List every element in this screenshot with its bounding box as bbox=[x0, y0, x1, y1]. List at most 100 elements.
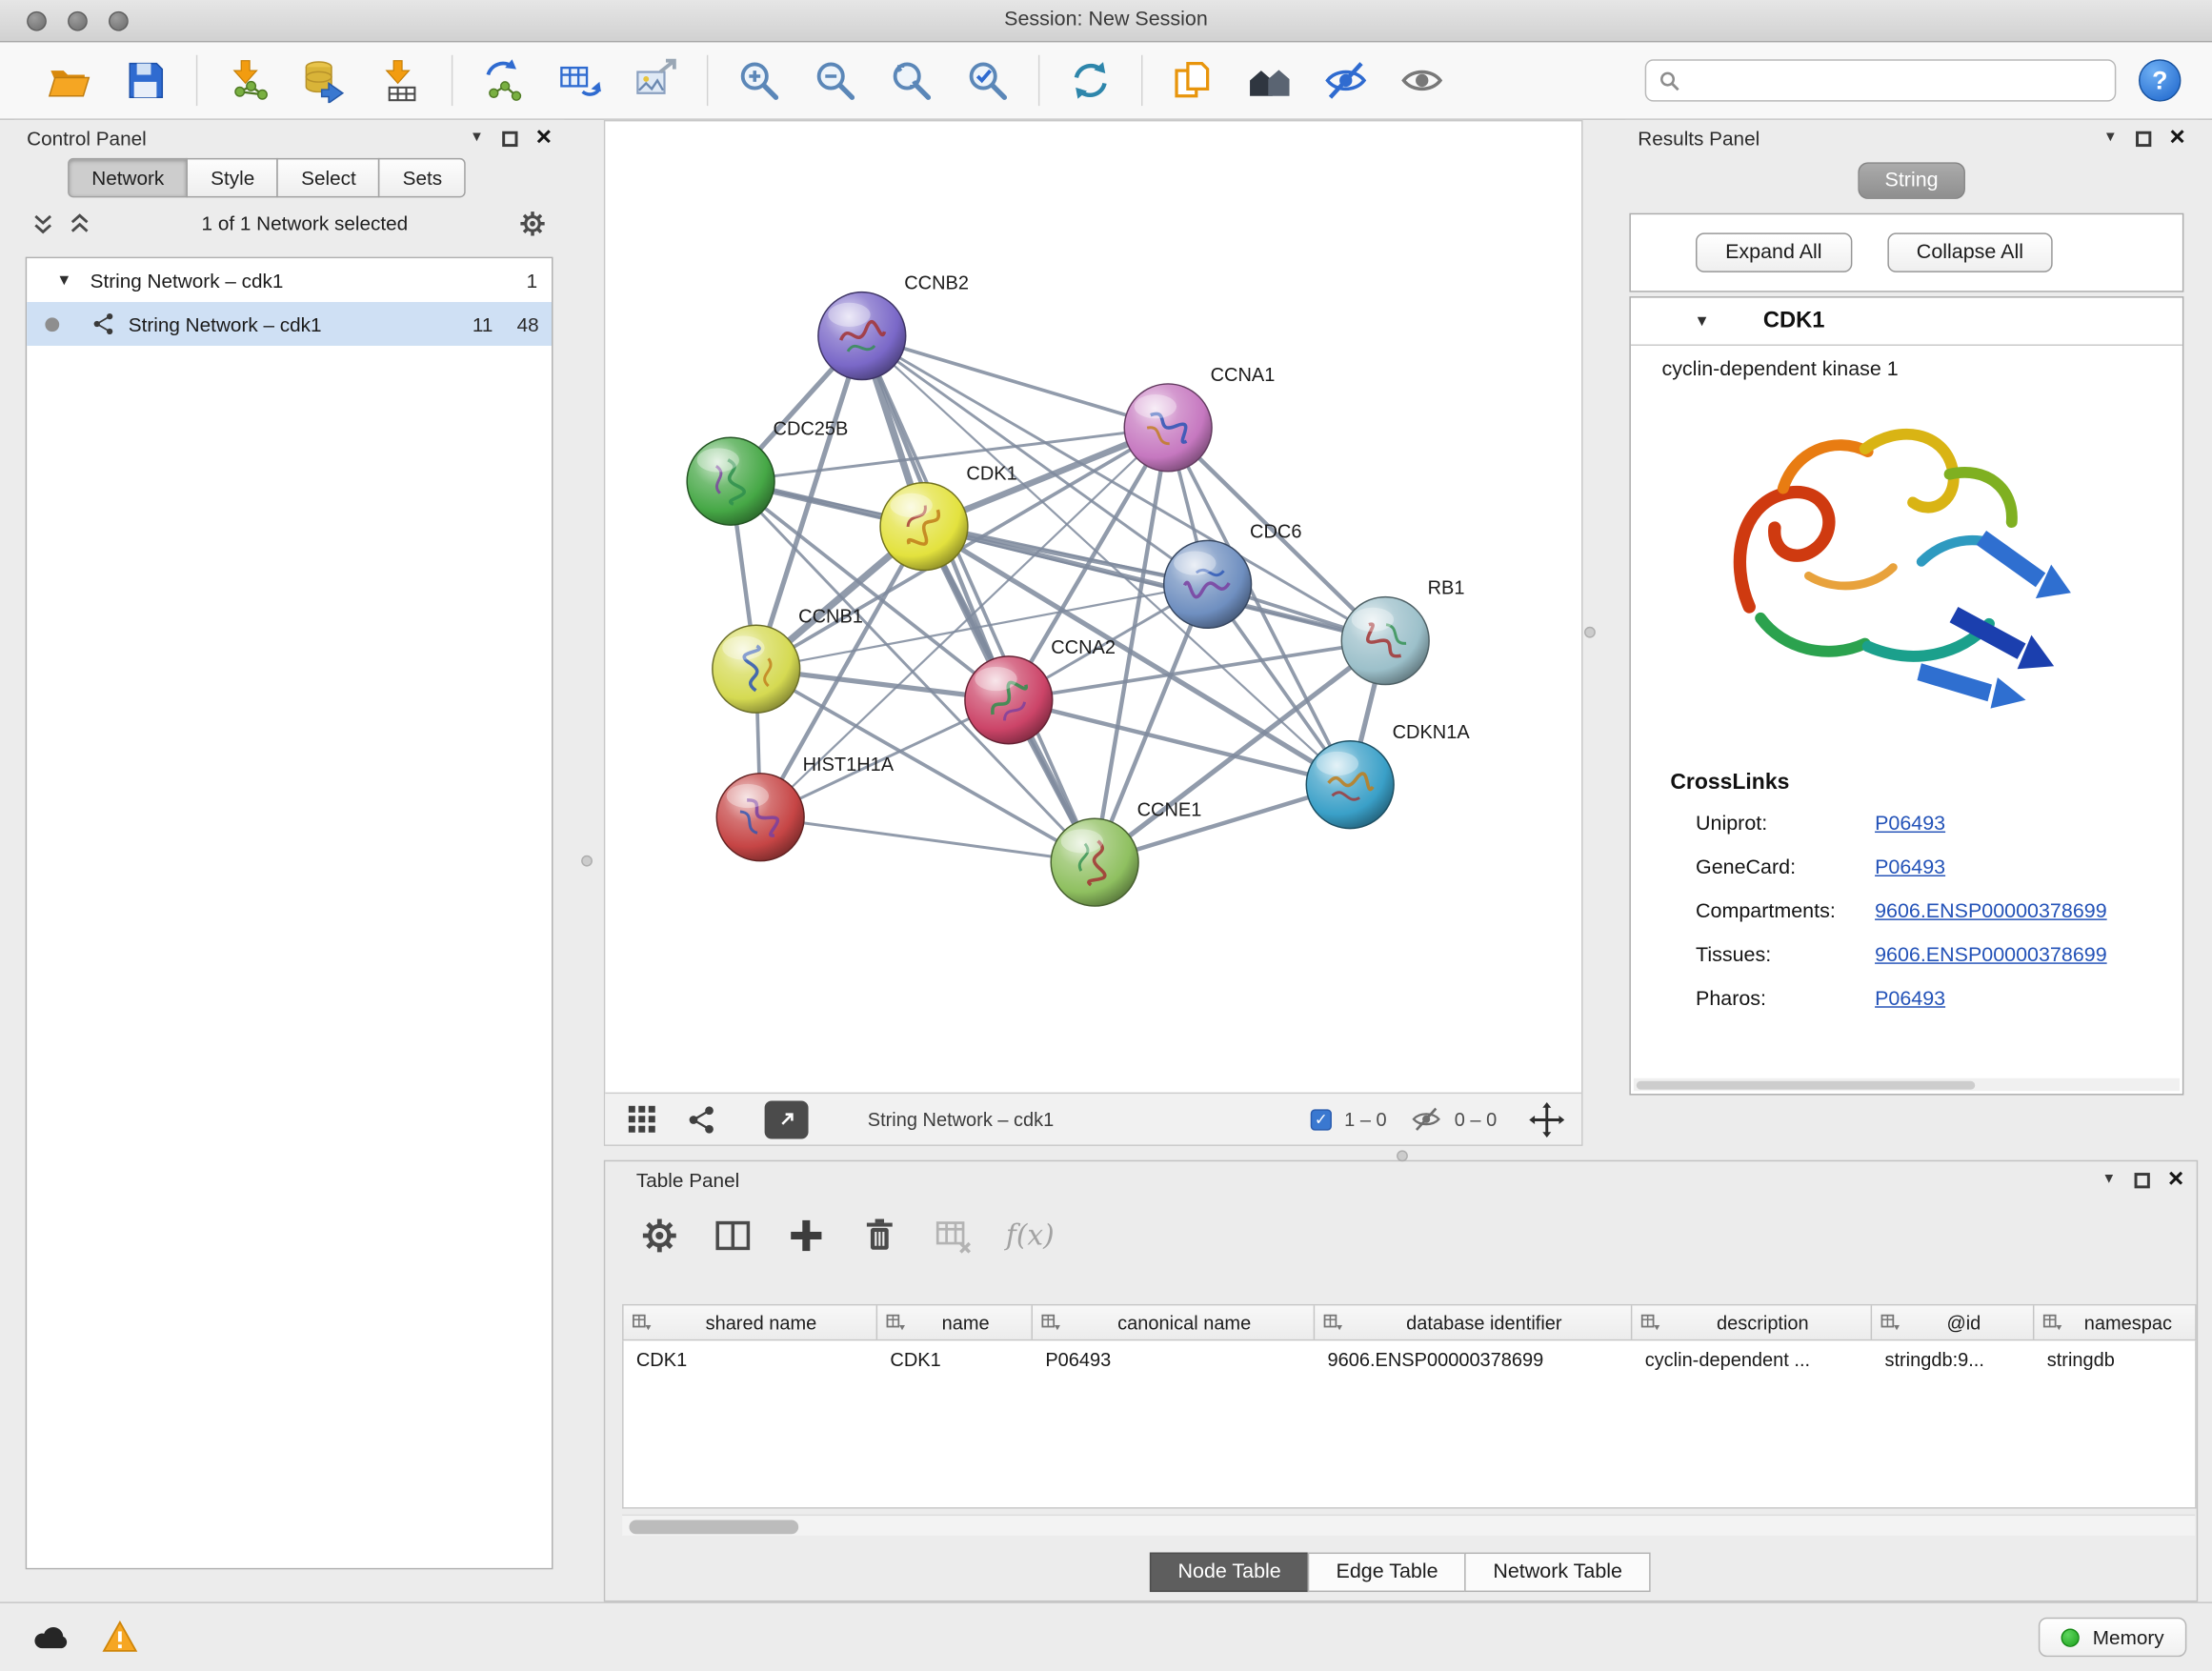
panel-float-icon[interactable]: ▼ bbox=[2101, 1173, 2116, 1187]
warnings-button[interactable] bbox=[102, 1619, 139, 1656]
add-column-icon[interactable] bbox=[786, 1215, 827, 1256]
gear-icon[interactable] bbox=[517, 209, 547, 238]
search-field[interactable] bbox=[1645, 59, 2117, 101]
network-graph[interactable]: CCNB2CCNA1CDC25BCDK1CDC6RB1CCNB1CCNA2CDK… bbox=[605, 121, 1581, 1092]
column-header[interactable]: @id bbox=[1872, 1305, 2034, 1339]
tab-network-table[interactable]: Network Table bbox=[1465, 1553, 1651, 1592]
node-CCNA1[interactable]: CCNA1 bbox=[1124, 365, 1275, 472]
results-scrollbar[interactable] bbox=[1634, 1078, 2180, 1091]
node-CCNB2[interactable]: CCNB2 bbox=[818, 273, 969, 380]
panel-maximize-icon[interactable] bbox=[2134, 1172, 2149, 1187]
column-header[interactable]: shared name bbox=[624, 1305, 878, 1339]
panel-close-icon[interactable]: × bbox=[536, 130, 552, 147]
copy-document-button[interactable] bbox=[1161, 48, 1226, 112]
import-network-from-file-button[interactable] bbox=[216, 48, 281, 112]
panel-float-icon[interactable]: ▼ bbox=[470, 131, 484, 146]
crosslink-link[interactable]: 9606.ENSP00000378699 bbox=[1875, 899, 2107, 922]
column-header[interactable]: namespac bbox=[2034, 1305, 2196, 1339]
import-table-from-file-button[interactable] bbox=[369, 48, 433, 112]
gear-icon[interactable] bbox=[639, 1215, 680, 1256]
network-row-selected[interactable]: String Network – cdk1 11 48 bbox=[27, 302, 552, 346]
column-header[interactable]: canonical name bbox=[1033, 1305, 1315, 1339]
table-cell[interactable]: CDK1 bbox=[624, 1349, 878, 1370]
new-network-from-selection-button[interactable] bbox=[472, 48, 536, 112]
open-in-new-window-button[interactable] bbox=[765, 1100, 809, 1138]
node-HIST1H1A[interactable]: HIST1H1A bbox=[716, 755, 894, 861]
edge-CCNB2-CCNE1[interactable] bbox=[862, 336, 1095, 863]
zoom-out-button[interactable] bbox=[803, 48, 868, 112]
zoom-in-button[interactable] bbox=[727, 48, 792, 112]
zoom-fit-button[interactable] bbox=[879, 48, 944, 112]
delete-table-icon[interactable] bbox=[933, 1215, 974, 1256]
node-RB1[interactable]: RB1 bbox=[1341, 578, 1464, 685]
disclosure-triangle-icon[interactable]: ▼ bbox=[1695, 312, 1710, 330]
column-header[interactable]: description bbox=[1632, 1305, 1872, 1339]
memory-button[interactable]: Memory bbox=[2040, 1618, 2187, 1657]
table-cell[interactable]: cyclin-dependent ... bbox=[1632, 1349, 1872, 1370]
panel-close-icon[interactable]: × bbox=[2169, 130, 2184, 147]
tab-select[interactable]: Select bbox=[277, 158, 380, 197]
tab-node-table[interactable]: Node Table bbox=[1150, 1553, 1310, 1592]
search-input[interactable] bbox=[1690, 70, 2101, 92]
scrollbar-thumb[interactable] bbox=[629, 1520, 798, 1534]
tab-edge-table[interactable]: Edge Table bbox=[1308, 1553, 1466, 1592]
collapse-all-button[interactable]: Collapse All bbox=[1887, 232, 2053, 272]
node-CCNB1[interactable]: CCNB1 bbox=[713, 606, 863, 713]
selected-checkbox-icon[interactable]: ✓ bbox=[1311, 1109, 1332, 1130]
panel-maximize-icon[interactable] bbox=[502, 131, 517, 146]
function-builder-button[interactable]: f(x) bbox=[1006, 1218, 1055, 1252]
panel-maximize-icon[interactable] bbox=[2136, 131, 2151, 146]
collapse-all-icon[interactable] bbox=[31, 211, 55, 234]
tab-style[interactable]: Style bbox=[187, 158, 278, 197]
zoom-selected-button[interactable] bbox=[955, 48, 1020, 112]
expand-all-button[interactable]: Expand All bbox=[1696, 232, 1852, 272]
toggle-glass-effect-button[interactable] bbox=[1314, 48, 1378, 112]
tab-network[interactable]: Network bbox=[68, 158, 188, 197]
toggle-visibility-button[interactable] bbox=[1390, 48, 1455, 112]
crosslink-link[interactable]: P06493 bbox=[1875, 813, 1945, 836]
pan-crosshair-icon[interactable] bbox=[1529, 1101, 1564, 1137]
houses-button[interactable] bbox=[1237, 48, 1302, 112]
apply-preferred-layout-button[interactable] bbox=[1058, 48, 1123, 112]
tab-sets[interactable]: Sets bbox=[378, 158, 466, 197]
splitter-handle[interactable] bbox=[1397, 1150, 1408, 1161]
edge-CCNB2-CCNA1[interactable] bbox=[862, 336, 1168, 428]
node-CDK1[interactable]: CDK1 bbox=[880, 464, 1017, 571]
table-cell[interactable]: stringdb:9... bbox=[1872, 1349, 2034, 1370]
horizontal-scrollbar[interactable] bbox=[622, 1515, 2195, 1536]
tab-string[interactable]: String bbox=[1858, 162, 1964, 199]
edge-HIST1H1A-CCNE1[interactable] bbox=[760, 817, 1095, 862]
delete-column-icon[interactable] bbox=[859, 1215, 900, 1256]
column-header[interactable]: database identifier bbox=[1315, 1305, 1632, 1339]
network-collection-row[interactable]: ▼ String Network – cdk1 1 bbox=[27, 258, 552, 302]
export-network-image-button[interactable] bbox=[624, 48, 689, 112]
table-cell[interactable]: stringdb bbox=[2034, 1349, 2196, 1370]
open-session-button[interactable] bbox=[37, 48, 102, 112]
network-view[interactable]: CCNB2CCNA1CDC25BCDK1CDC6RB1CCNB1CCNA2CDK… bbox=[604, 120, 1583, 1146]
crosslink-link[interactable]: P06493 bbox=[1875, 987, 1945, 1010]
new-table-from-network-button[interactable] bbox=[548, 48, 613, 112]
save-session-button[interactable] bbox=[112, 48, 177, 112]
panel-float-icon[interactable]: ▼ bbox=[2103, 131, 2118, 146]
gene-header-row[interactable]: ▼ CDK1 bbox=[1631, 298, 2182, 346]
expand-all-icon[interactable] bbox=[68, 211, 91, 234]
splitter-handle[interactable] bbox=[1584, 627, 1596, 638]
crosslink-link[interactable]: 9606.ENSP00000378699 bbox=[1875, 943, 2107, 966]
node-CDKN1A[interactable]: CDKN1A bbox=[1306, 722, 1470, 829]
panel-close-icon[interactable]: × bbox=[2168, 1172, 2183, 1189]
table-data-row[interactable]: CDK1CDK1P064939606.ENSP00000378699cyclin… bbox=[624, 1340, 2196, 1379]
node-CDC6[interactable]: CDC6 bbox=[1164, 521, 1302, 628]
column-header[interactable]: name bbox=[877, 1305, 1033, 1339]
table-cell[interactable]: P06493 bbox=[1033, 1349, 1315, 1370]
cloud-button[interactable] bbox=[31, 1618, 70, 1657]
crosslink-link[interactable]: P06493 bbox=[1875, 856, 1945, 878]
birdseye-view-button[interactable] bbox=[627, 1103, 658, 1135]
table-cell[interactable]: CDK1 bbox=[877, 1349, 1033, 1370]
show-columns-icon[interactable] bbox=[713, 1215, 754, 1256]
table-cell[interactable]: 9606.ENSP00000378699 bbox=[1315, 1349, 1632, 1370]
help-button[interactable]: ? bbox=[2139, 59, 2181, 101]
splitter-handle[interactable] bbox=[581, 856, 593, 867]
disclosure-triangle-icon[interactable]: ▼ bbox=[56, 272, 71, 289]
import-network-from-database-button[interactable] bbox=[292, 48, 357, 112]
network-type-button[interactable] bbox=[687, 1104, 716, 1134]
